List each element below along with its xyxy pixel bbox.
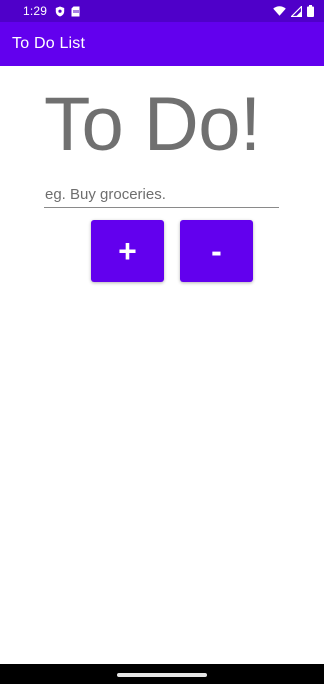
shield-icon [55,6,65,17]
status-time: 1:29 [23,4,48,18]
page-heading: To Do! [44,82,261,167]
status-right-icons [273,5,314,17]
remove-task-button[interactable]: - [180,220,253,282]
home-gesture-handle[interactable] [117,673,207,677]
device-screen: 1:29 To Do List To Do! eg. Buy groceries… [0,0,324,684]
navigation-bar [0,664,324,684]
status-bar: 1:29 [0,0,324,22]
add-task-button[interactable]: + [91,220,164,282]
wifi-icon [273,6,286,16]
app-bar: To Do List [0,22,324,66]
app-title: To Do List [12,35,86,52]
signal-icon [291,5,302,17]
battery-icon [307,5,314,17]
task-input[interactable] [44,184,279,208]
sim-card-icon [71,6,80,17]
status-left-icons [55,6,80,17]
